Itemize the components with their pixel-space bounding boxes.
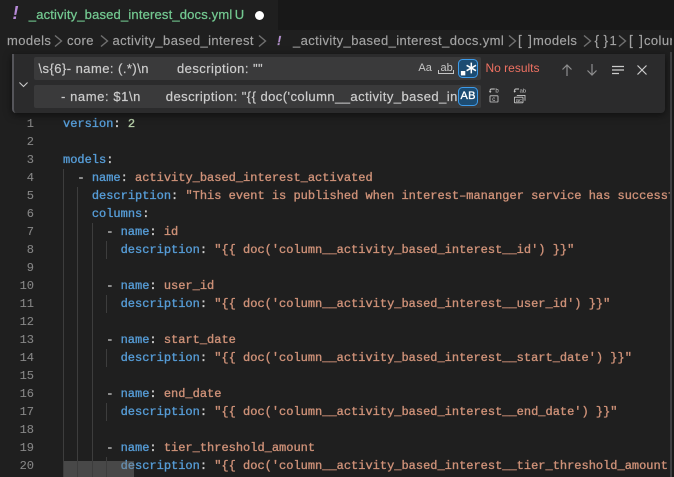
svg-text:b: b (495, 88, 499, 94)
svg-text:c: c (492, 97, 495, 103)
svg-text:ac: ac (515, 98, 521, 104)
svg-text:ab: ab (519, 88, 525, 94)
